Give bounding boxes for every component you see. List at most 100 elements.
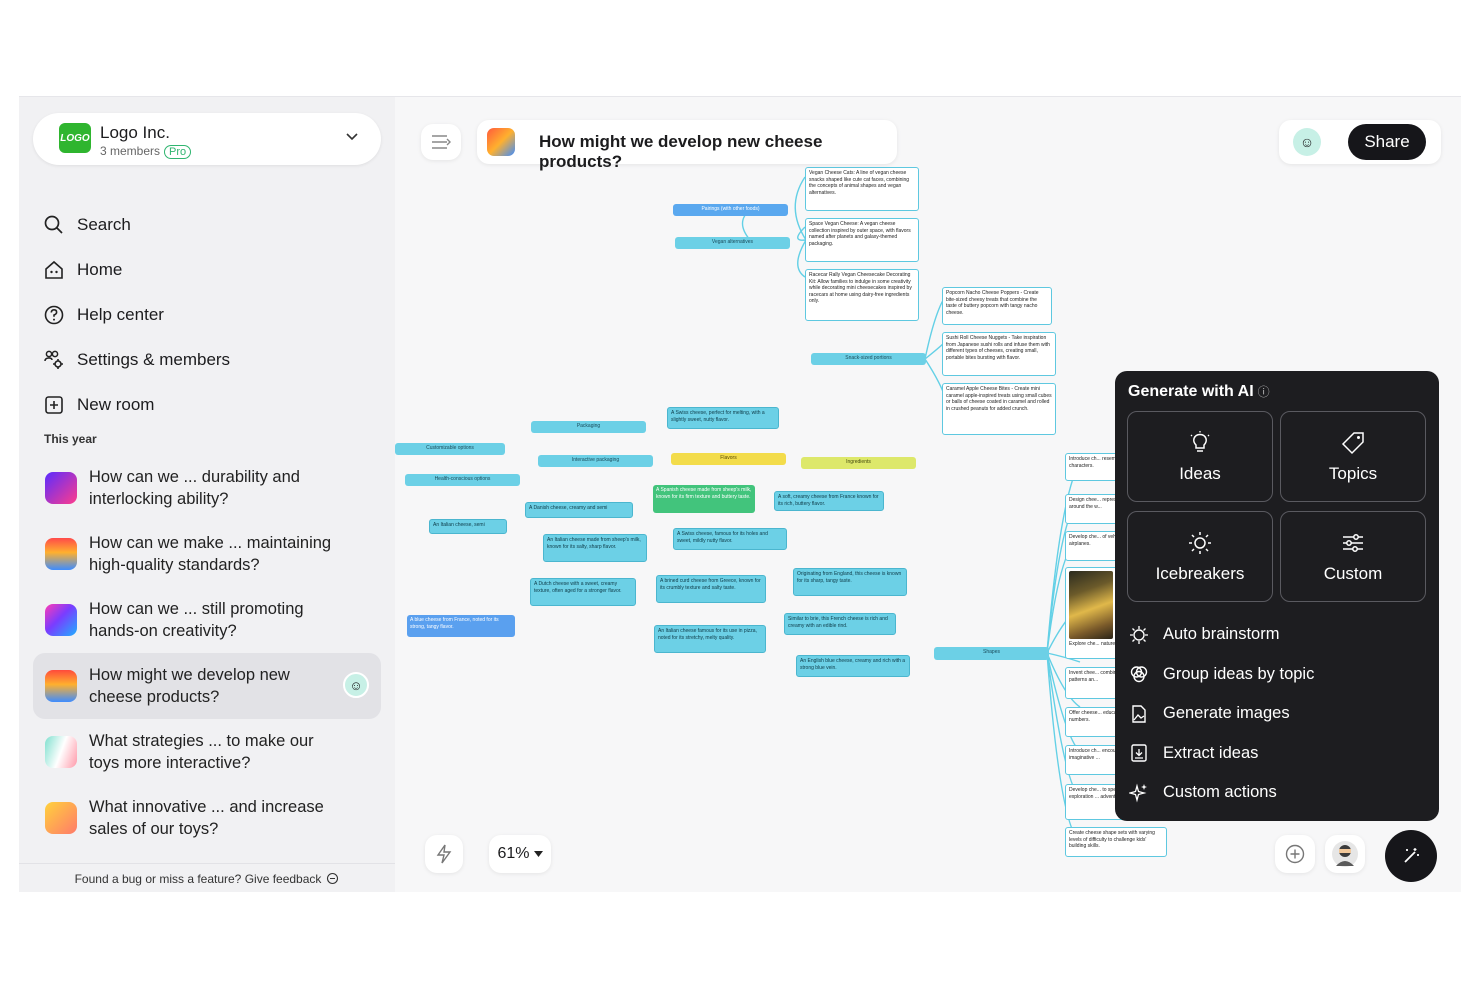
- collaborator-avatar-button[interactable]: [1325, 835, 1365, 873]
- room-item[interactable]: How can we make ... maintaining high-qua…: [33, 521, 381, 587]
- ai-magic-wand-button[interactable]: [1385, 830, 1437, 882]
- ai-panel-title: Generate with AI ⓘ: [1128, 383, 1270, 401]
- nav-search[interactable]: Search: [43, 202, 230, 247]
- ai-action-label: Extract ideas: [1163, 743, 1259, 762]
- ai-action-label: Custom actions: [1163, 783, 1277, 802]
- idea-card[interactable]: Racecar Rally Vegan Cheesecake Decoratin…: [805, 269, 919, 321]
- ai-tile-icebreakers[interactable]: Icebreakers: [1127, 511, 1273, 602]
- topic-node[interactable]: Customizable options: [395, 443, 505, 455]
- chat-bubble-icon: [327, 872, 339, 885]
- room-list: How can we ... durability and interlocki…: [33, 455, 381, 851]
- share-bar: ☺ Share: [1279, 120, 1441, 164]
- caret-down-icon: [533, 850, 543, 857]
- quick-action-button[interactable]: [425, 835, 463, 873]
- idea-card[interactable]: Create cheese shape sets with varying le…: [1065, 827, 1167, 857]
- avatar: ☺: [343, 672, 369, 698]
- mindmap-canvas[interactable]: Pairings (with other foods) Vegan altern…: [395, 97, 1461, 892]
- sidebar: LOGO Logo Inc. 3 members Pro Search Home …: [19, 97, 395, 892]
- idea-pill[interactable]: Originating from England, this cheese is…: [793, 568, 907, 596]
- idea-card[interactable]: Caramel Apple Cheese Bites - Create mini…: [942, 383, 1056, 435]
- zoom-control[interactable]: 61%: [489, 835, 551, 873]
- share-button[interactable]: Share: [1348, 124, 1426, 160]
- ai-tile-topics[interactable]: Topics: [1280, 411, 1426, 502]
- nav-new-room[interactable]: New room: [43, 382, 230, 427]
- ai-action-extract-ideas[interactable]: Extract ideas: [1129, 734, 1314, 774]
- topic-node[interactable]: Vegan alternatives: [675, 237, 790, 249]
- idea-card[interactable]: Sushi Roll Cheese Nuggets - Take inspira…: [942, 332, 1056, 376]
- ai-action-label: Auto brainstorm: [1163, 625, 1280, 644]
- sidebar-toggle-button[interactable]: [421, 124, 461, 160]
- topic-node[interactable]: Pairings (with other foods): [673, 204, 788, 216]
- chevron-down-icon: [346, 133, 358, 141]
- ai-tile-ideas[interactable]: Ideas: [1127, 411, 1273, 502]
- room-item-active[interactable]: How might we develop new cheese products…: [33, 653, 381, 719]
- topic-node[interactable]: Packaging: [531, 421, 646, 433]
- menu-icon: [432, 135, 451, 149]
- room-thumbnail: [45, 802, 77, 834]
- room-thumbnail: [45, 538, 77, 570]
- add-button[interactable]: [1275, 835, 1315, 873]
- topic-node[interactable]: Snack-sized portions: [811, 353, 926, 365]
- idea-pill[interactable]: A Swiss cheese, famous for its holes and…: [673, 528, 787, 550]
- idea-pill[interactable]: A Danish cheese, creamy and semi: [525, 502, 633, 518]
- room-title-bar[interactable]: How might we develop new cheese products…: [477, 120, 897, 171]
- plus-circle-icon: [1285, 844, 1305, 864]
- idea-card[interactable]: Popcorn Nacho Cheese Poppers - Create bi…: [942, 287, 1052, 325]
- ai-action-label: Generate images: [1163, 704, 1290, 723]
- image-icon: [1132, 705, 1146, 723]
- idea-pill[interactable]: Similar to brie, this French cheese is r…: [784, 613, 896, 635]
- nav-help-center[interactable]: Help center: [43, 292, 230, 337]
- idea-pill[interactable]: A Dutch cheese with a sweet, creamy text…: [530, 578, 636, 606]
- idea-card[interactable]: Vegan Cheese Cats: A line of vegan chees…: [805, 167, 919, 211]
- room-thumbnail: [45, 604, 77, 636]
- plan-badge: Pro: [164, 145, 192, 159]
- idea-pill[interactable]: A Swiss cheese, perfect for melting, wit…: [667, 407, 779, 429]
- ai-action-custom-actions[interactable]: Custom actions: [1129, 773, 1314, 813]
- idea-pill[interactable]: An Italian cheese famous for its use in …: [654, 625, 766, 653]
- tile-label: Topics: [1328, 463, 1378, 483]
- room-item[interactable]: How can we ... durability and interlocki…: [33, 455, 381, 521]
- ai-tile-custom[interactable]: Custom: [1280, 511, 1426, 602]
- ai-panel-title-text: Generate with AI: [1128, 383, 1254, 400]
- room-item[interactable]: How can we ... still promoting hands-on …: [33, 587, 381, 653]
- topic-node[interactable]: Shapes: [934, 647, 1049, 660]
- topic-node[interactable]: Health-conscious options: [405, 474, 520, 486]
- room-title: What strategies ... to make our toys mor…: [89, 732, 314, 772]
- idea-pill[interactable]: A brined curd cheese from Greece, known …: [656, 575, 766, 603]
- idea-pill[interactable]: An Italian cheese made from sheep's milk…: [543, 534, 647, 562]
- user-avatar-icon: [1332, 841, 1358, 867]
- nav-label: Settings & members: [77, 349, 231, 369]
- idea-pill[interactable]: A Spanish cheese made from sheep's milk,…: [653, 485, 755, 513]
- nav-settings-members[interactable]: Settings & members: [43, 337, 230, 382]
- ai-action-group-ideas[interactable]: Group ideas by topic: [1129, 655, 1314, 695]
- org-name: Logo Inc.: [100, 123, 170, 142]
- section-label: This year: [44, 432, 97, 446]
- room-title: How can we ... durability and interlocki…: [89, 468, 300, 508]
- topic-node[interactable]: Ingredients: [801, 457, 916, 469]
- ai-action-generate-images[interactable]: Generate images: [1129, 694, 1314, 734]
- idea-pill[interactable]: A soft, creamy cheese from France known …: [774, 491, 884, 511]
- idea-pill[interactable]: An English blue cheese, creamy and rich …: [796, 655, 910, 677]
- idea-pill[interactable]: An Italian cheese, semi: [429, 519, 507, 534]
- info-icon[interactable]: ⓘ: [1258, 385, 1270, 399]
- room-thumbnail: [45, 472, 77, 504]
- avatar[interactable]: ☺: [1293, 128, 1321, 156]
- topic-node[interactable]: Flavors: [671, 453, 786, 465]
- nav-home[interactable]: Home: [43, 247, 230, 292]
- room-item[interactable]: What innovative ... and increase sales o…: [33, 785, 381, 851]
- ai-action-auto-brainstorm[interactable]: Auto brainstorm: [1129, 615, 1314, 655]
- sun-icon: [1189, 531, 1211, 554]
- feedback-link[interactable]: Found a bug or miss a feature? Give feed…: [19, 863, 395, 892]
- room-title: What innovative ... and increase sales o…: [89, 798, 324, 838]
- brainstorm-icon: [1130, 625, 1148, 644]
- topic-node[interactable]: Interactive packaging: [538, 455, 653, 467]
- zoom-level: 61%: [497, 845, 530, 862]
- idea-pill[interactable]: A blue cheese from France, noted for its…: [407, 615, 515, 637]
- room-item[interactable]: What strategies ... to make our toys mor…: [33, 719, 381, 785]
- feedback-text: Found a bug or miss a feature? Give feed…: [74, 871, 322, 886]
- app-window: LOGO Logo Inc. 3 members Pro Search Home …: [19, 96, 1461, 892]
- nav-label: Search: [77, 214, 131, 234]
- nav-label: New room: [77, 394, 155, 414]
- idea-card[interactable]: Space Vegan Cheese: A vegan cheese colle…: [805, 218, 919, 262]
- org-switcher[interactable]: LOGO Logo Inc. 3 members Pro: [33, 113, 381, 165]
